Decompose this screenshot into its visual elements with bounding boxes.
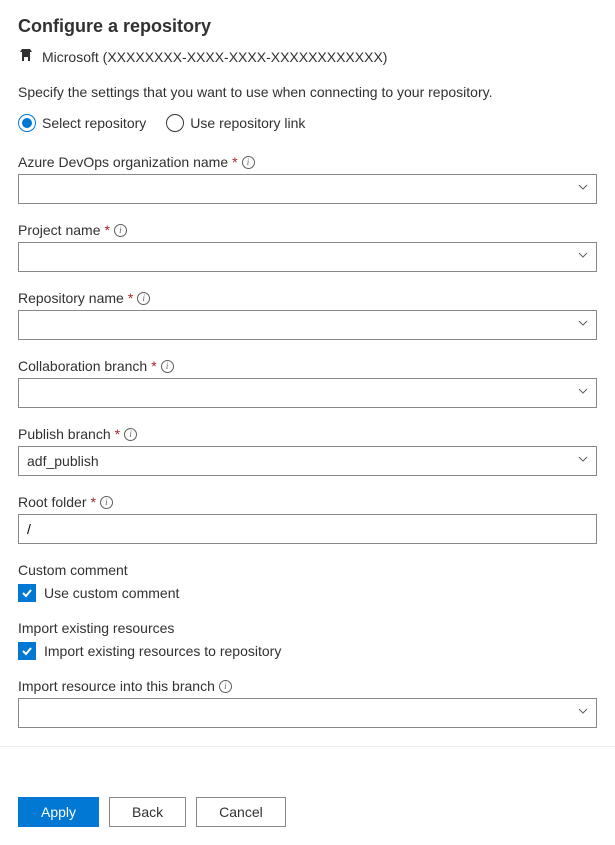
collab-branch-select[interactable] <box>18 378 597 408</box>
radio-use-repository-link[interactable]: Use repository link <box>166 114 305 132</box>
radio-select-repository[interactable]: Select repository <box>18 114 146 132</box>
field-label-text: Import resource into this branch <box>18 678 215 694</box>
footer-divider <box>0 746 615 747</box>
info-icon[interactable]: i <box>137 292 150 305</box>
required-asterisk: * <box>151 358 156 374</box>
import-existing-checkbox[interactable] <box>18 642 36 660</box>
chevron-down-icon <box>578 252 588 262</box>
info-icon[interactable]: i <box>161 360 174 373</box>
field-publish-branch: Publish branch * i adf_publish <box>18 426 597 476</box>
footer-buttons: Apply Back Cancel <box>18 797 597 827</box>
field-label-text: Repository name <box>18 290 124 306</box>
field-import-branch: Import resource into this branch i <box>18 678 597 728</box>
root-folder-input[interactable] <box>18 514 597 544</box>
required-asterisk: * <box>104 222 109 238</box>
field-label-text: Root folder <box>18 494 86 510</box>
back-button[interactable]: Back <box>109 797 186 827</box>
field-label-text: Collaboration branch <box>18 358 147 374</box>
project-name-select[interactable] <box>18 242 597 272</box>
check-icon <box>21 645 33 657</box>
custom-comment-checkbox-row: Use custom comment <box>18 584 597 602</box>
import-existing-checkbox-row: Import existing resources to repository <box>18 642 597 660</box>
field-label-text: Publish branch <box>18 426 111 442</box>
page-title: Configure a repository <box>18 16 597 37</box>
chevron-down-icon <box>578 456 588 466</box>
chevron-down-icon <box>578 184 588 194</box>
select-value: adf_publish <box>27 453 99 469</box>
field-collab-branch: Collaboration branch * i <box>18 358 597 408</box>
radio-label: Select repository <box>42 115 146 131</box>
cancel-button[interactable]: Cancel <box>196 797 286 827</box>
repo-name-select[interactable] <box>18 310 597 340</box>
info-icon[interactable]: i <box>100 496 113 509</box>
field-repo-name: Repository name * i <box>18 290 597 340</box>
required-asterisk: * <box>115 426 120 442</box>
tenant-text: Microsoft (XXXXXXXX-XXXX-XXXX-XXXXXXXXXX… <box>42 49 387 65</box>
publish-branch-select[interactable]: adf_publish <box>18 446 597 476</box>
info-icon[interactable]: i <box>219 680 232 693</box>
info-icon[interactable]: i <box>124 428 137 441</box>
chevron-down-icon <box>578 388 588 398</box>
required-asterisk: * <box>232 154 237 170</box>
custom-comment-checkbox[interactable] <box>18 584 36 602</box>
field-label-text: Azure DevOps organization name <box>18 154 228 170</box>
custom-comment-section-title: Custom comment <box>18 562 597 578</box>
checkbox-label: Import existing resources to repository <box>44 643 281 659</box>
radio-dot-icon <box>166 114 184 132</box>
field-org-name: Azure DevOps organization name * i <box>18 154 597 204</box>
radio-dot-icon <box>18 114 36 132</box>
chevron-down-icon <box>578 320 588 330</box>
info-icon[interactable]: i <box>242 156 255 169</box>
apply-button[interactable]: Apply <box>18 797 99 827</box>
chevron-down-icon <box>578 708 588 718</box>
field-root-folder: Root folder * i <box>18 494 597 544</box>
info-icon[interactable]: i <box>114 224 127 237</box>
field-label-text: Project name <box>18 222 100 238</box>
field-project-name: Project name * i <box>18 222 597 272</box>
required-asterisk: * <box>90 494 95 510</box>
radio-label: Use repository link <box>190 115 305 131</box>
import-branch-select[interactable] <box>18 698 597 728</box>
repo-mode-radio-group: Select repository Use repository link <box>18 114 597 132</box>
import-existing-section-title: Import existing resources <box>18 620 597 636</box>
org-icon <box>18 47 34 66</box>
org-name-select[interactable] <box>18 174 597 204</box>
tenant-row: Microsoft (XXXXXXXX-XXXX-XXXX-XXXXXXXXXX… <box>18 47 597 66</box>
required-asterisk: * <box>128 290 133 306</box>
checkbox-label: Use custom comment <box>44 585 179 601</box>
description: Specify the settings that you want to us… <box>18 84 597 100</box>
check-icon <box>21 587 33 599</box>
